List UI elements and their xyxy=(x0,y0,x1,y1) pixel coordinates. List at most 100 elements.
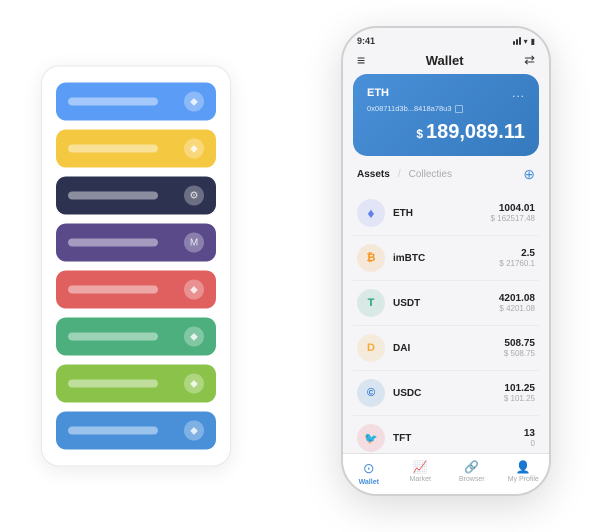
status-time: 9:41 xyxy=(357,36,375,46)
asset-name: ETH xyxy=(393,208,491,219)
list-item[interactable]: ◆ xyxy=(56,365,216,403)
card-label xyxy=(68,333,158,341)
card-icon: M xyxy=(184,233,204,253)
asset-usd: $ 508.75 xyxy=(504,349,535,358)
card-label xyxy=(68,380,158,388)
tft-icon: 🐦 xyxy=(357,424,385,452)
card-stack: ◆ ◆ ⚙ M ◆ ◆ ◆ ◆ xyxy=(41,66,231,467)
eth-more-button[interactable]: ... xyxy=(512,86,525,100)
phone-content: ETH ... 0x08711d3b...8418a78u3 $189,089.… xyxy=(343,74,549,453)
card-icon: ◆ xyxy=(184,139,204,159)
asset-name: imBTC xyxy=(393,253,499,264)
table-row[interactable]: ₿ imBTC 2.5 $ 21760.1 xyxy=(353,236,539,281)
asset-amount: 13 xyxy=(524,428,535,439)
eth-symbol: ETH xyxy=(367,87,389,99)
market-nav-icon: 📈 xyxy=(413,460,428,474)
card-icon: ⚙ xyxy=(184,186,204,206)
page-title: Wallet xyxy=(426,53,464,68)
asset-values: 13 0 xyxy=(524,428,535,448)
asset-usd: 0 xyxy=(524,439,535,448)
usdc-icon: © xyxy=(357,379,385,407)
table-row[interactable]: 🐦 TFT 13 0 xyxy=(353,416,539,453)
asset-amount: 508.75 xyxy=(504,338,535,349)
asset-name-col: ETH xyxy=(393,208,491,219)
asset-values: 1004.01 $ 162517.48 xyxy=(491,203,536,223)
usdt-icon: T xyxy=(357,289,385,317)
list-item[interactable]: ◆ xyxy=(56,83,216,121)
list-item[interactable]: ◆ xyxy=(56,412,216,450)
asset-amount: 2.5 xyxy=(499,248,535,259)
asset-name: USDT xyxy=(393,298,499,309)
asset-values: 4201.08 $ 4201.08 xyxy=(499,293,535,313)
copy-icon[interactable] xyxy=(455,105,463,113)
assets-header: Assets / Collecties ⊕ xyxy=(343,166,549,191)
tab-assets[interactable]: Assets xyxy=(357,169,390,180)
bottom-nav: ⊙ Wallet 📈 Market 🔗 Browser 👤 My Profile xyxy=(343,453,549,494)
tab-separator: / xyxy=(398,169,401,180)
profile-nav-icon: 👤 xyxy=(516,460,531,474)
asset-name-col: USDT xyxy=(393,298,499,309)
scene: ◆ ◆ ⚙ M ◆ ◆ ◆ ◆ xyxy=(21,16,581,516)
table-row[interactable]: T USDT 4201.08 $ 4201.08 xyxy=(353,281,539,326)
nav-item-wallet[interactable]: ⊙ Wallet xyxy=(343,460,395,486)
card-icon: ◆ xyxy=(184,327,204,347)
card-label xyxy=(68,145,158,153)
card-icon: ◆ xyxy=(184,280,204,300)
asset-usd: $ 21760.1 xyxy=(499,259,535,268)
list-item[interactable]: ⚙ xyxy=(56,177,216,215)
asset-amount: 1004.01 xyxy=(491,203,536,214)
card-icon: ◆ xyxy=(184,374,204,394)
asset-usd: $ 101.25 xyxy=(504,394,535,403)
nav-item-profile[interactable]: 👤 My Profile xyxy=(498,460,550,486)
status-icons: ▾ ▮ xyxy=(513,37,535,46)
tab-collecties[interactable]: Collecties xyxy=(409,169,452,180)
card-icon: ◆ xyxy=(184,92,204,112)
table-row[interactable]: © USDC 101.25 $ 101.25 xyxy=(353,371,539,416)
eth-address: 0x08711d3b...8418a78u3 xyxy=(367,104,525,113)
card-label xyxy=(68,192,158,200)
market-nav-label: Market xyxy=(410,476,431,483)
imbtc-icon: ₿ xyxy=(357,244,385,272)
card-label xyxy=(68,286,158,294)
card-label xyxy=(68,427,158,435)
eth-icon: ♦ xyxy=(357,199,385,227)
nav-item-market[interactable]: 📈 Market xyxy=(395,460,447,486)
asset-amount: 4201.08 xyxy=(499,293,535,304)
nav-item-browser[interactable]: 🔗 Browser xyxy=(446,460,498,486)
asset-list: ♦ ETH 1004.01 $ 162517.48 ₿ imBTC xyxy=(343,191,549,453)
browser-nav-icon: 🔗 xyxy=(464,460,479,474)
list-item[interactable]: ◆ xyxy=(56,318,216,356)
assets-tabs: Assets / Collecties xyxy=(357,169,452,180)
card-label xyxy=(68,98,158,106)
add-asset-button[interactable]: ⊕ xyxy=(523,166,535,183)
status-bar: 9:41 ▾ ▮ xyxy=(343,28,549,46)
scan-icon[interactable]: ⇄ xyxy=(524,52,535,68)
eth-card[interactable]: ETH ... 0x08711d3b...8418a78u3 $189,089.… xyxy=(353,74,539,156)
list-item[interactable]: M xyxy=(56,224,216,262)
dai-icon: D xyxy=(357,334,385,362)
list-item[interactable]: ◆ xyxy=(56,271,216,309)
eth-card-header: ETH ... xyxy=(367,86,525,100)
asset-name: TFT xyxy=(393,433,524,444)
eth-balance: $189,089.11 xyxy=(367,121,525,144)
phone-header: ≡ Wallet ⇄ xyxy=(343,46,549,74)
wallet-nav-icon: ⊙ xyxy=(363,460,375,477)
profile-nav-label: My Profile xyxy=(508,476,539,483)
asset-name: DAI xyxy=(393,343,504,354)
asset-name-col: USDC xyxy=(393,388,504,399)
browser-nav-label: Browser xyxy=(459,476,485,483)
menu-icon[interactable]: ≡ xyxy=(357,52,365,68)
card-icon: ◆ xyxy=(184,421,204,441)
wallet-nav-label: Wallet xyxy=(359,479,379,486)
table-row[interactable]: D DAI 508.75 $ 508.75 xyxy=(353,326,539,371)
table-row[interactable]: ♦ ETH 1004.01 $ 162517.48 xyxy=(353,191,539,236)
signal-icon xyxy=(513,37,521,45)
asset-name-col: imBTC xyxy=(393,253,499,264)
phone-frame: 9:41 ▾ ▮ ≡ Wallet ⇄ ETH . xyxy=(341,26,551,496)
asset-values: 101.25 $ 101.25 xyxy=(504,383,535,403)
asset-name-col: DAI xyxy=(393,343,504,354)
list-item[interactable]: ◆ xyxy=(56,130,216,168)
asset-amount: 101.25 xyxy=(504,383,535,394)
asset-usd: $ 4201.08 xyxy=(499,304,535,313)
battery-icon: ▮ xyxy=(531,37,535,46)
